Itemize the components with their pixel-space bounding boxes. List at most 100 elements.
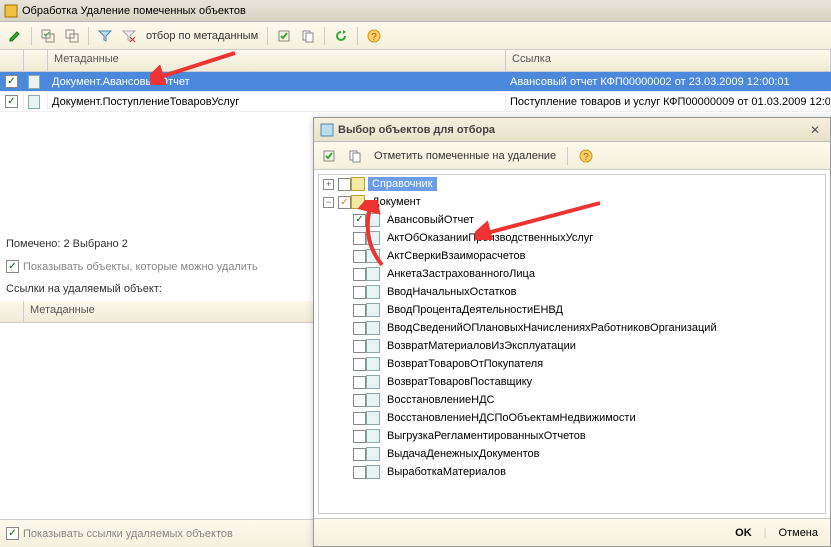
table-row[interactable]: Документ.АвансовыйОтчетАвансовый отчет К… <box>0 72 831 92</box>
checkbox-icon[interactable] <box>6 527 19 540</box>
tree-node[interactable]: ВыгрузкаРегламентированныхОтчетов <box>319 427 825 445</box>
checkbox-icon[interactable] <box>5 75 18 88</box>
link-cell: Авансовый отчет КФП00000002 от 23.03.200… <box>506 72 831 91</box>
ok-button[interactable]: OK <box>731 525 756 541</box>
check-box-icon[interactable] <box>273 25 295 47</box>
tree-node[interactable]: ВыработкаМатериалов <box>319 463 825 481</box>
tree-label[interactable]: ВосстановлениеНДСПоОбъектамНедвижимости <box>383 411 640 425</box>
collapse-icon[interactable]: − <box>323 197 334 208</box>
grid-body: Документ.АвансовыйОтчетАвансовый отчет К… <box>0 72 831 112</box>
tree-node[interactable]: ВозвратМатериаловИзЭксплуатации <box>319 337 825 355</box>
document-icon <box>366 303 380 317</box>
checkbox-icon[interactable] <box>338 196 351 209</box>
checkbox-icon[interactable] <box>353 430 366 443</box>
meta-column-header[interactable]: Метаданные <box>48 50 506 71</box>
document-icon <box>366 339 380 353</box>
meta-cell: Документ.АвансовыйОтчет <box>48 72 506 91</box>
tree-node[interactable]: АнкетаЗастрахованногоЛица <box>319 265 825 283</box>
checkbox-icon[interactable] <box>353 340 366 353</box>
checkbox-icon[interactable] <box>5 95 18 108</box>
checkbox-icon[interactable] <box>353 394 366 407</box>
tree-view[interactable]: + Справочник − Документ АвансовыйОтчет А… <box>318 174 826 514</box>
dialog-titlebar[interactable]: Выбор объектов для отбора ✕ <box>314 118 830 142</box>
document-icon <box>366 285 380 299</box>
separator <box>267 27 268 45</box>
tree-label[interactable]: Справочник <box>368 177 437 191</box>
icon-column <box>0 301 24 322</box>
filter-label: отбор по метаданным <box>142 30 262 42</box>
refresh-icon[interactable] <box>330 25 352 47</box>
tree-label[interactable]: ВозвратТоваровОтПокупателя <box>383 357 547 371</box>
link-column-header[interactable]: Ссылка <box>506 50 831 71</box>
filter-dialog: Выбор объектов для отбора ✕ Отметить пом… <box>313 117 831 547</box>
document-icon <box>366 357 380 371</box>
tree-label[interactable]: ВыгрузкаРегламентированныхОтчетов <box>383 429 590 443</box>
checkbox-icon[interactable] <box>353 214 366 227</box>
dialog-icon <box>320 123 334 137</box>
tree-node-root[interactable]: − Документ <box>319 193 825 211</box>
checkbox-icon[interactable] <box>353 466 366 479</box>
check-box-icon[interactable] <box>318 145 340 167</box>
tree-node[interactable]: ВводНачальныхОстатков <box>319 283 825 301</box>
tree-label[interactable]: АвансовыйОтчет <box>383 213 478 227</box>
checkbox-icon[interactable] <box>338 178 351 191</box>
document-icon <box>366 267 380 281</box>
tree-node-root[interactable]: + Справочник <box>319 175 825 193</box>
icon-column <box>24 50 48 71</box>
checkbox-icon[interactable] <box>353 448 366 461</box>
tree-label[interactable]: ВводСведенийОПлановыхНачисленияхРаботник… <box>383 321 721 335</box>
checkbox-icon[interactable] <box>353 232 366 245</box>
check-all-icon[interactable] <box>37 25 59 47</box>
tree-node[interactable]: ВосстановлениеНДС <box>319 391 825 409</box>
tree-label[interactable]: АктСверкиВзаиморасчетов <box>383 249 529 263</box>
tree-label[interactable]: ВозвратМатериаловИзЭксплуатации <box>383 339 580 353</box>
help-icon[interactable]: ? <box>575 145 597 167</box>
separator <box>88 27 89 45</box>
tree-node[interactable]: ВосстановлениеНДСПоОбъектамНедвижимости <box>319 409 825 427</box>
tree-label[interactable]: ВозвратТоваровПоставщику <box>383 375 536 389</box>
tree-node[interactable]: АвансовыйОтчет <box>319 211 825 229</box>
tree-label[interactable]: Документ <box>368 195 425 209</box>
tree-label[interactable]: ВыдачаДенежныхДокументов <box>383 447 544 461</box>
filter-icon[interactable] <box>94 25 116 47</box>
tree-label[interactable]: ВосстановлениеНДС <box>383 393 498 407</box>
checkbox-icon[interactable] <box>353 322 366 335</box>
separator <box>567 147 568 165</box>
tree-node[interactable]: АктОбОказанииПроизводственныхУслуг <box>319 229 825 247</box>
tree-node[interactable]: ВводПроцентаДеятельностиЕНВД <box>319 301 825 319</box>
expand-icon[interactable]: + <box>323 179 334 190</box>
checkbox-icon[interactable] <box>353 304 366 317</box>
tree-node[interactable]: ВозвратТоваровПоставщику <box>319 373 825 391</box>
window-title: Обработка Удаление помеченных объектов <box>22 5 246 17</box>
tree-label[interactable]: АктОбОказанииПроизводственныхУслуг <box>383 231 597 245</box>
mark-deleted-label[interactable]: Отметить помеченные на удаление <box>370 150 560 162</box>
uncheck-all-icon[interactable] <box>61 25 83 47</box>
checkbox-icon[interactable] <box>353 268 366 281</box>
checkbox-icon[interactable] <box>6 260 19 273</box>
show-refs-checkbox[interactable]: Показывать ссылки удаляемых объектов <box>6 527 233 540</box>
filter-clear-icon[interactable] <box>118 25 140 47</box>
tree-node[interactable]: ВозвратТоваровОтПокупателя <box>319 355 825 373</box>
window-titlebar: Обработка Удаление помеченных объектов <box>0 0 831 22</box>
document-icon <box>366 429 380 443</box>
tree-node[interactable]: ВводСведенийОПлановыхНачисленияхРаботник… <box>319 319 825 337</box>
checkbox-icon[interactable] <box>353 412 366 425</box>
table-row[interactable]: Документ.ПоступлениеТоваровУслугПоступле… <box>0 92 831 112</box>
copy-icon[interactable] <box>297 25 319 47</box>
tree-label[interactable]: ВводПроцентаДеятельностиЕНВД <box>383 303 567 317</box>
checkbox-icon[interactable] <box>353 286 366 299</box>
checkbox-icon[interactable] <box>353 358 366 371</box>
tree-node[interactable]: ВыдачаДенежныхДокументов <box>319 445 825 463</box>
tree-label[interactable]: ВводНачальныхОстатков <box>383 285 520 299</box>
edit-icon[interactable] <box>4 25 26 47</box>
help-icon[interactable]: ? <box>363 25 385 47</box>
tree-label[interactable]: АнкетаЗастрахованногоЛица <box>383 267 539 281</box>
copy-icon[interactable] <box>344 145 366 167</box>
checkbox-icon[interactable] <box>353 376 366 389</box>
checkbox-icon[interactable] <box>353 250 366 263</box>
tree-node[interactable]: АктСверкиВзаиморасчетов <box>319 247 825 265</box>
close-icon[interactable]: ✕ <box>806 121 824 139</box>
cancel-button[interactable]: Отмена <box>775 525 822 541</box>
document-icon <box>28 75 40 89</box>
tree-label[interactable]: ВыработкаМатериалов <box>383 465 510 479</box>
